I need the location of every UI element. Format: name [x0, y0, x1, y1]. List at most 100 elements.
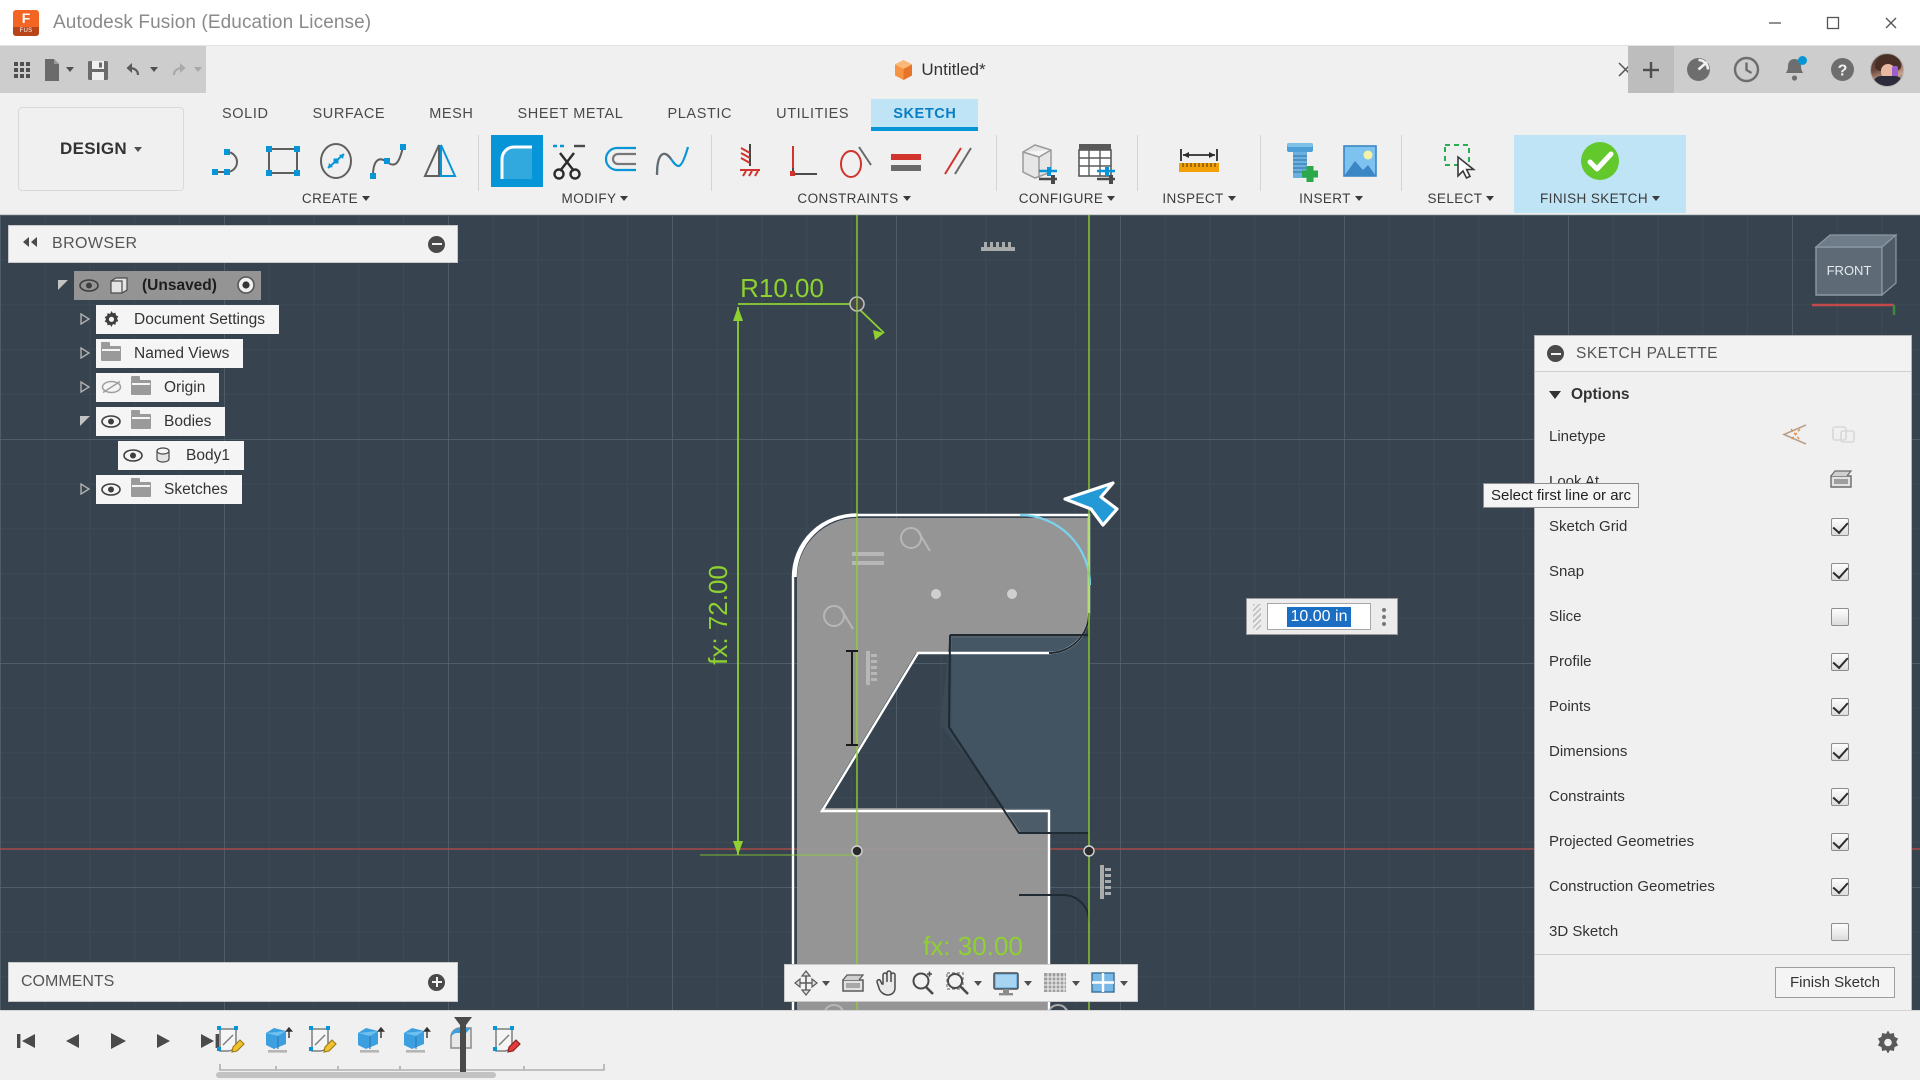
browser-row-sketches[interactable]: Sketches [8, 472, 458, 506]
tangent-constraint-icon[interactable] [828, 135, 880, 187]
zoom-window-icon[interactable] [940, 967, 987, 999]
display-settings-icon[interactable] [987, 967, 1037, 999]
chevron-down-icon[interactable] [1024, 980, 1032, 986]
3d-sketch-checkbox[interactable] [1831, 922, 1849, 941]
browser-row-document-settings[interactable]: Document Settings [8, 302, 458, 336]
settings-gear-icon[interactable] [1874, 1029, 1902, 1057]
sketch-feature-icon[interactable] [212, 1021, 250, 1059]
palette-row-slice[interactable]: Slice [1535, 594, 1911, 639]
expand-arrow-icon[interactable] [74, 381, 96, 393]
configure-body-icon[interactable] [1009, 135, 1067, 187]
palette-row-snap[interactable]: Snap [1535, 549, 1911, 594]
chevron-down-icon[interactable] [974, 980, 982, 986]
sketch-feature-icon[interactable] [488, 1021, 526, 1059]
orbit-icon[interactable] [789, 967, 835, 999]
new-document-button[interactable] [38, 51, 78, 89]
redo-button[interactable] [162, 51, 206, 89]
construction-linetype-icon[interactable] [1781, 423, 1808, 451]
expand-arrow-icon[interactable] [52, 279, 74, 291]
collapse-panel-icon[interactable] [21, 235, 40, 253]
palette-row-dimensions[interactable]: Dimensions [1535, 729, 1911, 774]
dimension-value-field[interactable]: 10.00 in [1267, 603, 1371, 630]
curvature-icon[interactable] [647, 135, 699, 187]
configure-table-icon[interactable] [1067, 135, 1125, 187]
expand-arrow-icon[interactable] [74, 415, 96, 427]
grid-snaps-icon[interactable] [1037, 967, 1085, 999]
undo-button[interactable] [118, 51, 162, 89]
go-to-beginning-icon[interactable] [10, 1025, 42, 1057]
tab-utilities[interactable]: UTILITIES [754, 99, 871, 128]
pan-hand-icon[interactable] [871, 967, 905, 999]
tree-item-bodies[interactable]: Bodies [96, 406, 226, 436]
chevron-down-icon[interactable] [1072, 980, 1080, 986]
sketch-grid-checkbox[interactable] [1831, 517, 1849, 536]
tab-sketch[interactable]: SKETCH [871, 99, 979, 131]
palette-row-constraints[interactable]: Constraints [1535, 774, 1911, 819]
view-cube[interactable]: FRONT [1798, 229, 1910, 321]
tab-sheet-metal[interactable]: SHEET METAL [496, 99, 646, 128]
extrude-feature-icon[interactable] [350, 1021, 388, 1059]
browser-row-bodies[interactable]: Bodies [8, 404, 458, 438]
mirror-icon[interactable] [414, 135, 466, 187]
points-checkbox[interactable] [1831, 697, 1849, 716]
slice-checkbox[interactable] [1831, 607, 1849, 626]
tab-mesh[interactable]: MESH [407, 99, 495, 128]
expand-arrow-icon[interactable] [74, 483, 96, 495]
measure-icon[interactable] [1163, 135, 1235, 187]
constraints-checkbox[interactable] [1831, 787, 1849, 806]
timeline-scrollbar[interactable] [216, 1072, 496, 1078]
document-tab[interactable]: Untitled* [206, 46, 1674, 93]
dimensions-checkbox[interactable] [1831, 742, 1849, 761]
workspace-selector[interactable]: DESIGN [18, 107, 184, 191]
visibility-eye-icon[interactable] [74, 271, 104, 300]
circle-icon[interactable] [310, 135, 362, 187]
play-icon[interactable] [102, 1025, 134, 1057]
sketch-feature-icon[interactable] [304, 1021, 342, 1059]
construction-geometries-checkbox[interactable] [1831, 877, 1849, 896]
minimize-panel-icon[interactable] [428, 235, 445, 253]
dimension-input-box[interactable]: 10.00 in [1246, 598, 1398, 635]
palette-row-profile[interactable]: Profile [1535, 639, 1911, 684]
spline-icon[interactable] [362, 135, 414, 187]
parallel-constraint-icon[interactable] [932, 135, 984, 187]
palette-row-points[interactable]: Points [1535, 684, 1911, 729]
visibility-eye-icon[interactable] [96, 475, 126, 504]
dimension-options-icon[interactable] [1377, 607, 1391, 626]
timeline-marker[interactable] [452, 1017, 474, 1075]
browser-row-origin[interactable]: Origin [8, 370, 458, 404]
insert-mcmaster-icon[interactable] [1273, 135, 1331, 187]
visibility-eye-icon[interactable] [96, 407, 126, 436]
drag-grip[interactable] [1253, 603, 1261, 630]
trim-icon[interactable] [543, 135, 595, 187]
palette-row-construction-geometries[interactable]: Construction Geometries [1535, 864, 1911, 909]
tree-item-unsaved[interactable]: (Unsaved) [74, 270, 261, 300]
chevron-down-icon[interactable] [1120, 980, 1128, 986]
palette-row-3d-sketch[interactable]: 3D Sketch [1535, 909, 1911, 954]
fix-constraint-icon[interactable] [724, 135, 776, 187]
app-grid-icon[interactable] [6, 51, 38, 89]
notifications-icon[interactable] [1770, 46, 1818, 93]
comments-panel[interactable]: COMMENTS [8, 962, 458, 1002]
expand-arrow-icon[interactable] [74, 313, 96, 325]
tree-item-origin[interactable]: Origin [96, 372, 220, 402]
minimize-panel-icon[interactable] [1547, 345, 1564, 362]
browser-row-body1[interactable]: Body1 [8, 438, 458, 472]
chevron-down-icon[interactable] [822, 980, 830, 986]
palette-row-sketch-grid[interactable]: Sketch Grid [1535, 504, 1911, 549]
finish-sketch-check-icon[interactable] [1565, 135, 1635, 187]
offset-icon[interactable] [595, 135, 647, 187]
perpendicular-constraint-icon[interactable] [776, 135, 828, 187]
projected-geometries-checkbox[interactable] [1831, 832, 1849, 851]
activate-component-radio[interactable] [231, 271, 261, 300]
options-section-header[interactable]: Options [1535, 372, 1911, 414]
viewports-icon[interactable] [1085, 967, 1133, 999]
line-icon[interactable] [206, 135, 258, 187]
extrude-feature-icon[interactable] [258, 1021, 296, 1059]
sketch-canvas[interactable]: 50 75 [0, 215, 1920, 1010]
visibility-hidden-eye-icon[interactable] [96, 373, 126, 402]
maximize-button[interactable] [1804, 0, 1862, 46]
visibility-eye-icon[interactable] [118, 441, 148, 470]
equal-constraint-icon[interactable] [880, 135, 932, 187]
tree-item-named-views[interactable]: Named Views [96, 338, 244, 368]
extrude-feature-icon[interactable] [396, 1021, 434, 1059]
